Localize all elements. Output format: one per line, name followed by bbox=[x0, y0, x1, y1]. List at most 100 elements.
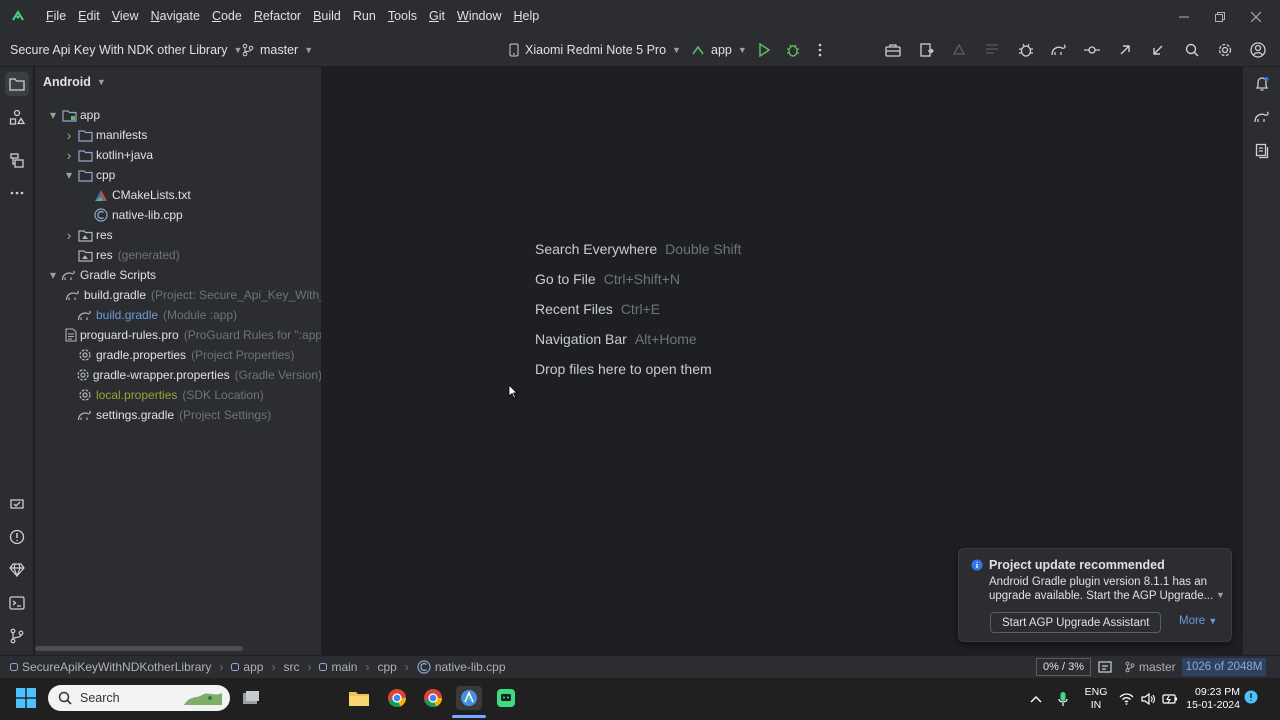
device-manager-icon[interactable] bbox=[1250, 139, 1274, 163]
tree-node[interactable]: ▾ cpp bbox=[35, 165, 321, 185]
chevron-down-icon[interactable]: ▾ bbox=[63, 168, 75, 182]
menu-item-code[interactable]: Code bbox=[206, 0, 248, 33]
tree-node[interactable]: gradle.properties (Project Properties) bbox=[35, 345, 321, 365]
breadcrumb-item[interactable]: app bbox=[231, 660, 263, 674]
tree-node[interactable]: native-lib.cpp bbox=[35, 205, 321, 225]
menu-item-file[interactable]: File bbox=[40, 0, 72, 33]
chevron-right-icon[interactable]: › bbox=[63, 127, 75, 143]
build-variants-icon[interactable] bbox=[5, 148, 29, 172]
chevron-right-icon[interactable]: › bbox=[63, 227, 75, 243]
project-view-selector[interactable]: Android ▼ bbox=[43, 75, 106, 89]
tree-node[interactable]: › kotlin+java bbox=[35, 145, 321, 165]
menu-item-tools[interactable]: Tools bbox=[382, 0, 423, 33]
notifications-bell-icon[interactable] bbox=[1250, 72, 1274, 96]
project-tool-window: Android ▼ ▾ app › manifests › kotlin+java ▾ cpp… bbox=[35, 67, 322, 655]
breadcrumb-item[interactable]: cpp bbox=[377, 660, 396, 674]
menu-item-run[interactable]: Run bbox=[347, 0, 382, 33]
taskbar-clock[interactable]: 09:23 PM 15-01-2024 bbox=[1186, 677, 1240, 720]
status-branch[interactable]: master bbox=[1125, 656, 1176, 678]
project-selector[interactable]: Secure Api Key With NDK other Library ▼ bbox=[10, 33, 242, 67]
problems-icon[interactable] bbox=[5, 525, 29, 549]
update-arrow-icon[interactable] bbox=[1147, 40, 1169, 60]
tree-node[interactable]: local.properties (SDK Location) bbox=[35, 385, 321, 405]
menu-item-edit[interactable]: Edit bbox=[72, 0, 106, 33]
gradle-elephant-icon[interactable] bbox=[1048, 40, 1070, 60]
chevron-right-icon[interactable]: › bbox=[63, 147, 75, 163]
menu-item-refactor[interactable]: Refactor bbox=[248, 0, 307, 33]
run-icon[interactable] bbox=[753, 40, 775, 60]
microphone-icon[interactable] bbox=[1058, 677, 1068, 720]
windows-start-icon[interactable] bbox=[16, 688, 36, 708]
tree-node[interactable]: gradle-wrapper.properties (Gradle Version… bbox=[35, 365, 321, 385]
notification-center-icon[interactable] bbox=[1244, 690, 1258, 704]
push-arrow-icon[interactable] bbox=[1114, 40, 1136, 60]
memory-indicator[interactable]: 0% / 3% bbox=[1036, 658, 1091, 676]
tree-node[interactable]: › manifests bbox=[35, 125, 321, 145]
android-studio-taskbar-icon[interactable] bbox=[456, 686, 482, 710]
run-config-selector[interactable]: app ▼ bbox=[691, 33, 747, 67]
tree-node[interactable]: proguard-rules.pro (ProGuard Rules for ":… bbox=[35, 325, 321, 345]
project-folder-icon[interactable] bbox=[5, 72, 29, 96]
git-icon[interactable] bbox=[5, 624, 29, 648]
gear-icon[interactable] bbox=[1214, 40, 1236, 60]
tree-node[interactable]: ▾ Gradle Scripts bbox=[35, 265, 321, 285]
tree-node[interactable]: ▾ app bbox=[35, 105, 321, 125]
main-toolbar: Secure Api Key With NDK other Library ▼ … bbox=[0, 33, 1280, 67]
chevron-down-icon[interactable]: ▾ bbox=[47, 268, 59, 282]
terminal-icon[interactable] bbox=[5, 591, 29, 615]
debug-icon[interactable] bbox=[782, 40, 804, 60]
tree-node[interactable]: res (generated) bbox=[35, 245, 321, 265]
horizontal-scrollbar[interactable] bbox=[35, 646, 243, 651]
start-agp-upgrade-button[interactable]: Start AGP Upgrade Assistant bbox=[990, 612, 1162, 633]
menu-item-window[interactable]: Window bbox=[451, 0, 507, 33]
close-icon[interactable] bbox=[1238, 0, 1274, 33]
tree-node[interactable]: CMakeLists.txt bbox=[35, 185, 321, 205]
tree-node[interactable]: › res bbox=[35, 225, 321, 245]
bug-icon[interactable] bbox=[1015, 40, 1037, 60]
account-icon[interactable] bbox=[1247, 40, 1269, 60]
system-tray-icons[interactable] bbox=[1119, 677, 1178, 720]
breadcrumb-item[interactable]: native-lib.cpp bbox=[417, 660, 506, 674]
menu-item-view[interactable]: View bbox=[106, 0, 145, 33]
taskbar-search[interactable]: Search bbox=[48, 685, 230, 711]
tree-node[interactable]: build.gradle (Module :app) bbox=[35, 305, 321, 325]
more-vertical-icon[interactable] bbox=[809, 40, 831, 60]
search-icon[interactable] bbox=[1181, 40, 1203, 60]
tray-overflow-icon[interactable] bbox=[1030, 677, 1042, 720]
menu-item-help[interactable]: Help bbox=[507, 0, 545, 33]
device-selector[interactable]: Xiaomi Redmi Note 5 Pro ▼ bbox=[509, 33, 681, 67]
language-indicator[interactable]: ENG IN bbox=[1084, 677, 1108, 720]
resource-manager-icon[interactable] bbox=[5, 105, 29, 129]
more-horizontal-icon[interactable] bbox=[5, 181, 29, 205]
tree-node-label: build.gradle bbox=[84, 288, 147, 302]
file-explorer-icon[interactable] bbox=[346, 686, 372, 710]
breadcrumb-item[interactable]: SecureApiKeyWithNDKotherLibrary bbox=[10, 660, 211, 674]
breadcrumb-item[interactable]: main bbox=[319, 660, 357, 674]
tree-node[interactable]: settings.gradle (Project Settings) bbox=[35, 405, 321, 425]
sync-gradle-icon[interactable] bbox=[916, 40, 938, 60]
menu-item-build[interactable]: Build bbox=[307, 0, 347, 33]
notification-more-link[interactable]: More ▼ bbox=[1179, 615, 1217, 627]
restore-icon[interactable] bbox=[1202, 0, 1238, 33]
menu-item-git[interactable]: Git bbox=[423, 0, 451, 33]
chevron-down-icon: ▼ bbox=[672, 45, 681, 55]
app-quality-insights-icon[interactable] bbox=[5, 492, 29, 516]
chrome-profile-icon[interactable] bbox=[420, 686, 446, 710]
gem-icon[interactable] bbox=[5, 558, 29, 582]
breadcrumb-item[interactable]: src bbox=[283, 660, 299, 674]
toolbox-icon[interactable] bbox=[882, 40, 904, 60]
expand-chevron-icon[interactable]: ▼ bbox=[1216, 590, 1225, 600]
heap-usage[interactable]: 1026 of 2048M bbox=[1182, 658, 1266, 676]
chevron-down-icon[interactable]: ▾ bbox=[47, 108, 59, 122]
task-view-icon[interactable] bbox=[238, 686, 264, 710]
gradle-panel-icon[interactable] bbox=[1250, 105, 1274, 129]
vcs-branch-selector[interactable]: master ▼ bbox=[242, 33, 313, 67]
tree-node[interactable]: build.gradle (Project: Secure_Api_Key_Wit… bbox=[35, 285, 321, 305]
menu-item-navigate[interactable]: Navigate bbox=[145, 0, 206, 33]
breadcrumb: SecureApiKeyWithNDKotherLibrary › app › src ›… bbox=[10, 656, 506, 678]
commit-icon[interactable] bbox=[1081, 40, 1103, 60]
chrome-icon[interactable] bbox=[384, 686, 410, 710]
android-messages-icon[interactable] bbox=[493, 686, 519, 710]
minimize-icon[interactable] bbox=[1166, 0, 1202, 33]
layout-toggle-icon[interactable] bbox=[1098, 660, 1112, 674]
